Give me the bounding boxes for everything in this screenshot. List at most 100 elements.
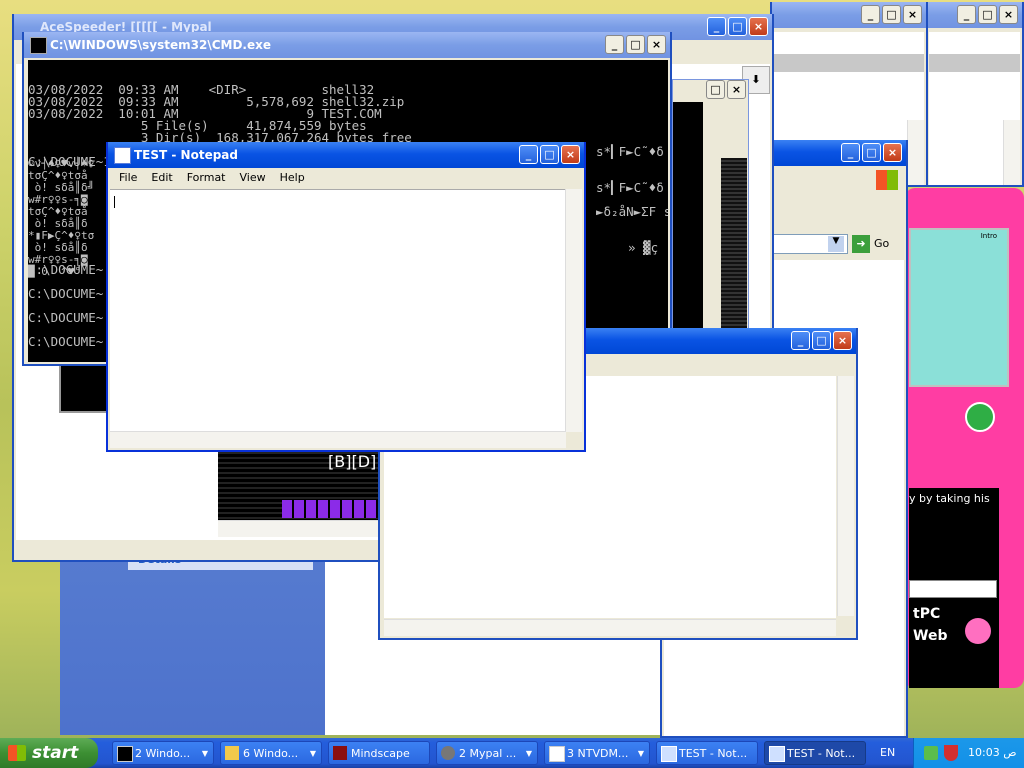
taskbar-button-label: TEST - Not... [679,747,748,760]
start-button[interactable]: start [0,738,98,768]
maximize-button[interactable]: □ [706,80,725,99]
minimize-button[interactable]: _ [957,5,976,24]
taskbar-button-mypal[interactable]: 2 Mypal ... ▼ [436,741,538,765]
minimize-button[interactable]: _ [841,143,860,162]
language-indicator[interactable]: EN [880,738,895,768]
maximize-button[interactable]: □ [540,145,559,164]
maximize-button[interactable]: □ [978,5,997,24]
notepad-titlebar: TEST - Notepad [108,142,584,168]
minimize-button[interactable]: _ [707,17,726,36]
notepad-menubar: File Edit Format View Help [108,168,584,188]
shield-icon[interactable] [944,745,958,761]
vertical-scrollbar[interactable] [565,189,582,432]
close-button[interactable]: × [999,5,1018,24]
windows-flag-icon [8,745,26,761]
system-tray: 10:03 ص [913,738,1024,768]
vertical-scrollbar[interactable] [1003,120,1020,185]
go-arrow-icon: ➜ [852,235,870,253]
menu-edit[interactable]: Edit [144,168,179,188]
notepad-icon [114,147,131,164]
pink-app-panel: Intro [909,228,1009,387]
taskbar-button-windows-2[interactable]: 6 Windo... ▼ [220,741,322,765]
window-controls: _ □ × [707,17,768,36]
taskbar-button-windows-1[interactable]: 2 Windo... ▼ [112,741,214,765]
menu-help[interactable]: Help [273,168,312,188]
close-button[interactable]: × [727,80,746,99]
window-controls: _ □ × [519,145,580,164]
vertical-scrollbar[interactable] [907,120,924,185]
cmd-garble-4: » ▓ç [628,240,659,255]
horizontal-scrollbar[interactable] [218,520,378,537]
cmd-garble-3: ►δ₂åN►ΣF s [596,204,668,219]
mypal-icon [441,746,455,760]
taskbar-button-notepad-1[interactable]: TEST - Not... [656,741,758,765]
cmd-icon [117,746,133,762]
taskbar-button-label: Mindscape [351,747,410,760]
chevron-down-icon[interactable]: ▼ [828,236,844,252]
horizontal-scrollbar[interactable] [384,619,836,636]
dark-tab [59,364,113,413]
gray-bar [929,54,1020,72]
pink-dropdown[interactable] [909,580,997,598]
vertical-scrollbar[interactable] [837,376,854,616]
purple-tiles [282,500,378,518]
chevron-down-icon: ▼ [201,749,208,758]
close-button[interactable]: × [833,331,852,350]
start-label: start [32,743,79,763]
minimize-button[interactable]: _ [791,331,810,350]
minimize-button[interactable]: _ [519,145,538,164]
minimize-button[interactable]: _ [861,5,880,24]
maximize-button[interactable]: □ [812,331,831,350]
pink-text-1: y by taking his [909,492,990,505]
maximize-button[interactable]: □ [862,143,881,162]
inner-black-panel [673,102,703,330]
horizontal-scrollbar[interactable] [110,431,566,448]
menu-file[interactable]: File [112,168,144,188]
taskbar-button-label: 3 NTVDM... [567,747,629,760]
taskbar-button-label: 2 Windo... [135,747,191,760]
cmd-garbage-block: ☺v┤♠♀♥v┤♠♀ tσÇ^♦♀tσå ò! sδå║δ╝ w#r♀♀s-╕◙… [28,157,95,278]
clock: 10:03 ص [968,746,1017,759]
window-controls: □ × [706,80,746,99]
pink-text-2: tPC [913,606,941,622]
taskbar: start 2 Windo... ▼ 6 Windo... ▼ Mindscap… [0,738,1024,768]
window-controls: _ □ × [957,5,1018,24]
window-controls: _ □ × [861,5,922,24]
notepad-window: TEST - Notepad _ □ × File Edit Format Vi… [106,142,586,452]
key-icon[interactable] [965,618,991,644]
go-button[interactable]: ➜ Go [852,234,889,254]
maximize-button[interactable]: □ [626,35,645,54]
minimize-button[interactable]: _ [605,35,624,54]
notepad-icon [661,746,677,762]
close-button[interactable]: × [647,35,666,54]
taskbar-button-ntvdm[interactable]: 3 NTVDM... ▼ [544,741,650,765]
window-icon [549,746,565,762]
notepad-title: TEST - Notepad [134,148,238,162]
maximize-button[interactable]: □ [882,5,901,24]
cmd-title: C:\WINDOWS\system32\CMD.exe [50,38,272,52]
chevron-down-icon: ▼ [309,749,316,758]
close-button[interactable]: × [883,143,902,162]
close-button[interactable]: × [903,5,922,24]
taskbar-button-label: TEST - Not... [787,747,856,760]
window-controls: _ □ × [605,35,666,54]
pink-app-green-button[interactable] [965,402,995,432]
close-button[interactable]: × [561,145,580,164]
cmd-icon [30,37,47,54]
chevron-down-icon: ▼ [637,749,644,758]
notepad-text-area[interactable] [110,189,566,432]
gray-bar [774,54,924,72]
taskbar-button-notepad-2[interactable]: TEST - Not... [764,741,866,765]
notepad-icon [769,746,785,762]
go-label: Go [874,237,890,250]
taskbar-button-mindscape[interactable]: Mindscape [328,741,430,765]
maximize-button[interactable]: □ [728,17,747,36]
game-label: [B][D] [328,452,377,471]
network-icon[interactable] [924,746,938,760]
menu-view[interactable]: View [233,168,273,188]
menu-format[interactable]: Format [180,168,233,188]
cmd-garble-2: s*▎F►C˜♦δ [596,180,664,195]
background-window-right: _ □ × [925,2,1024,187]
taskbar-button-label: 2 Mypal ... [459,747,517,760]
close-button[interactable]: × [749,17,768,36]
